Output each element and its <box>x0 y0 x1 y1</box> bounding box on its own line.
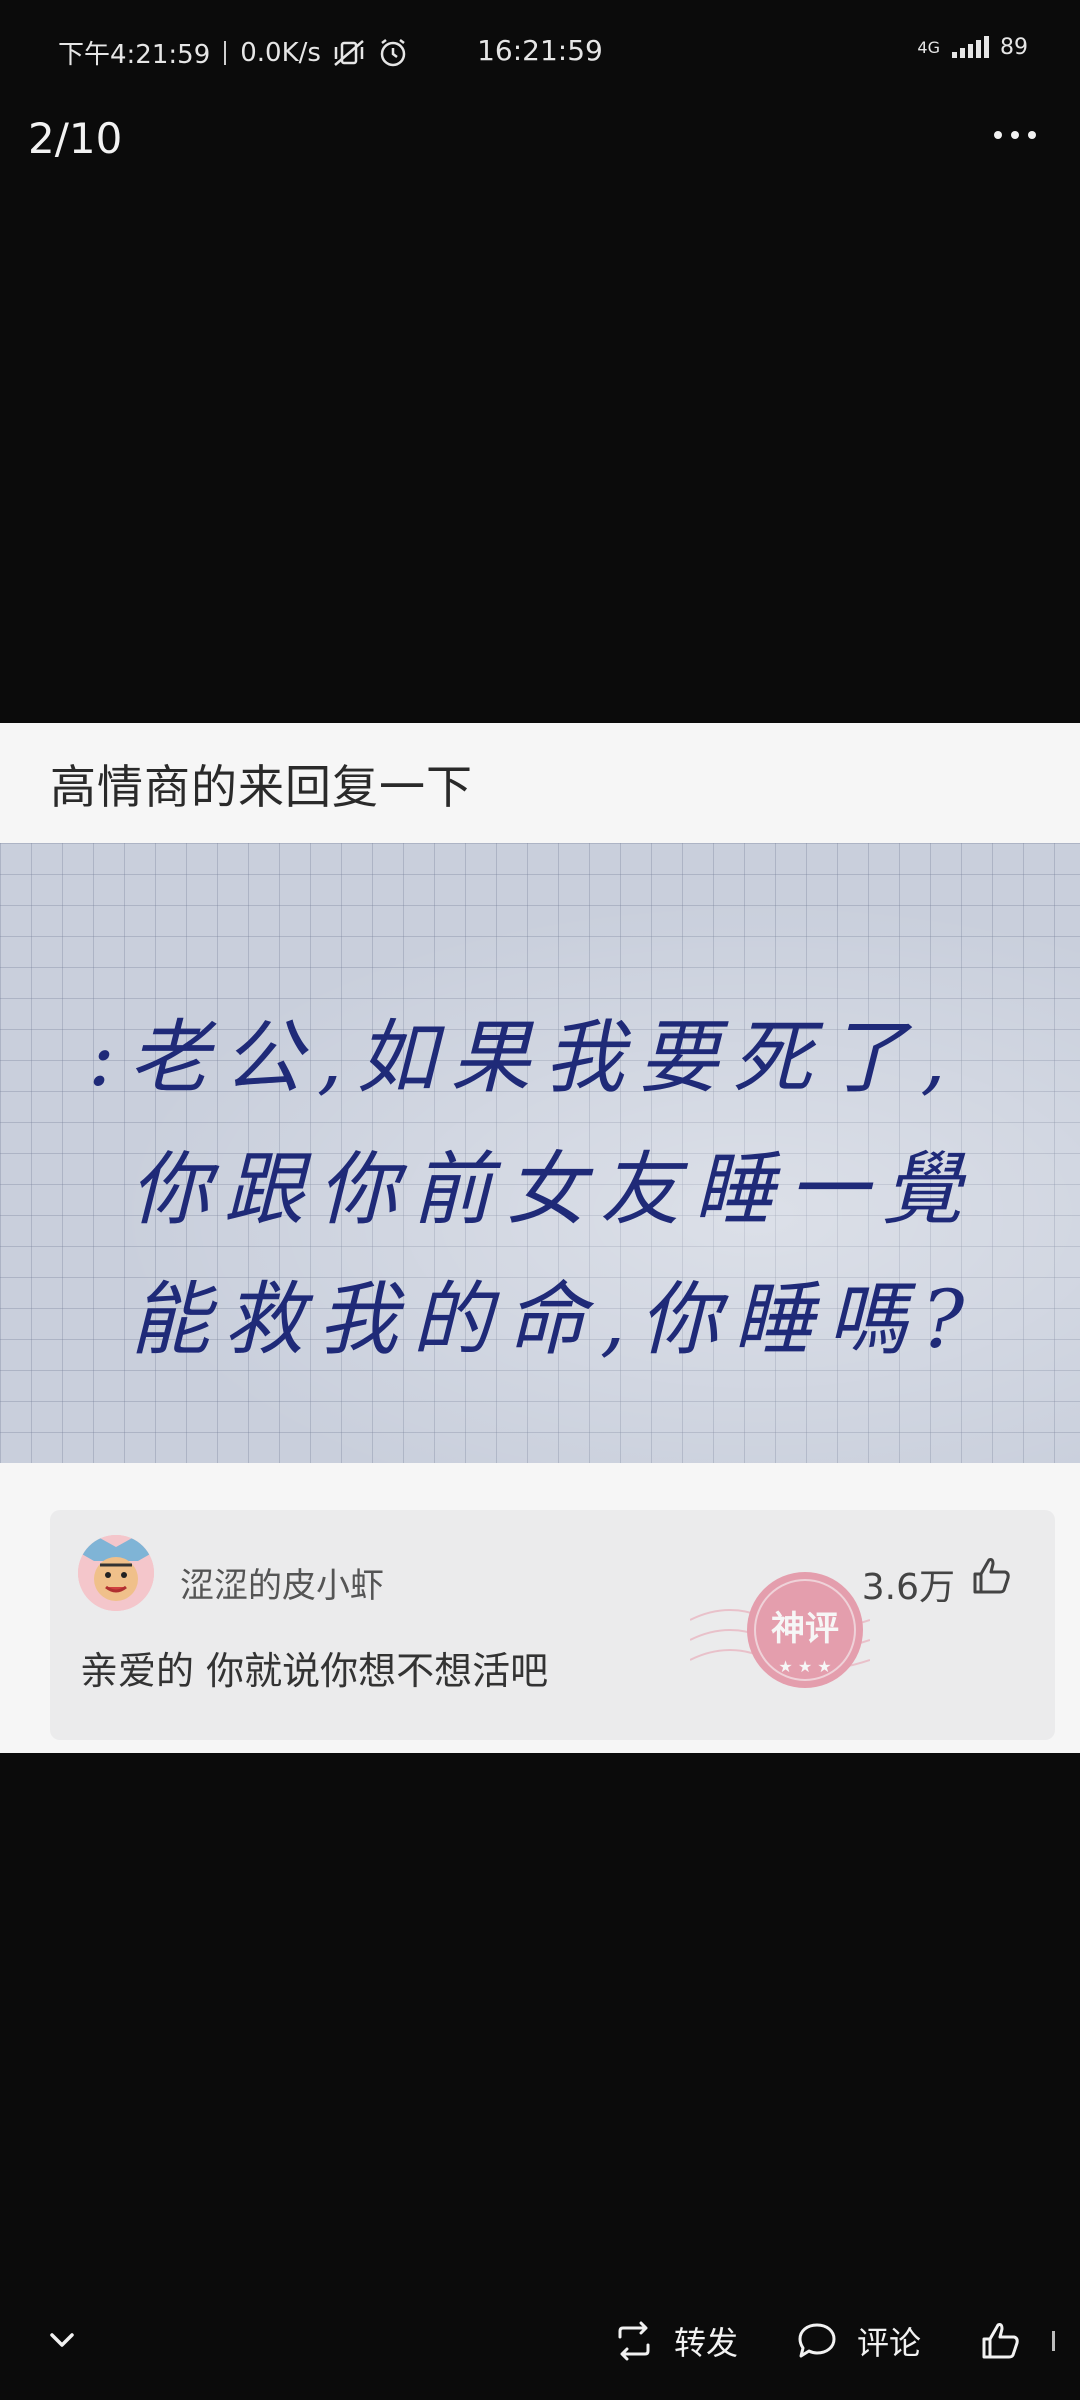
status-bar: 下午4:21:59 0.0K/s 16:21:59 4G 89 <box>0 0 1080 100</box>
comment-text: 亲爱的 你就说你想不想活吧 <box>80 1649 549 1693</box>
more-dot-icon <box>994 131 1002 139</box>
comment-like-count: 3.6万 <box>861 1567 955 1608</box>
viewer-top-bar: 2/10 <box>0 100 1080 180</box>
thumbs-up-icon <box>982 2323 1019 2359</box>
repost-icon <box>618 2321 650 2361</box>
top-comment: 神评 ★ ★ ★ 涩涩的皮小虾 3.6万 亲爱的 你就说你想不想活吧 <box>50 1510 1055 1740</box>
page-counter: 2/10 <box>28 114 123 163</box>
god-comment-stamp-icon: 神评 ★ ★ ★ <box>690 1572 870 1688</box>
avatar[interactable] <box>78 1535 154 1611</box>
handwriting-photo: :老公,如果我要死了, 你跟你前女友睡一覺 能救我的命,你睡嗎? <box>0 843 1080 1463</box>
chevron-down-icon[interactable] <box>42 2320 82 2360</box>
signal-icon <box>952 36 989 58</box>
handwriting-line-2: 你跟你前女友睡一覺 <box>130 1143 976 1236</box>
comment-username[interactable]: 涩涩的皮小虾 <box>180 1558 384 1607</box>
comment-label: 评论 <box>857 2324 922 2362</box>
battery-level: 89 <box>1000 34 1028 60</box>
thumbs-up-icon[interactable] <box>969 1554 1013 1598</box>
bottom-action-bar: 转发 评论 <box>0 2300 1080 2390</box>
more-dot-icon <box>1011 131 1019 139</box>
avatar-face-icon <box>78 1535 154 1611</box>
like-divider <box>1052 2331 1055 2351</box>
post-image[interactable]: 高情商的来回复一下 :老公,如果我要死了, 你跟你前女友睡一覺 能救我的命,你睡… <box>0 723 1080 1753</box>
post-title: 高情商的来回复一下 <box>50 760 473 814</box>
handwriting-line-3: 能救我的命,你睡嗎? <box>130 1273 979 1366</box>
comment-bubble-icon <box>798 2323 836 2358</box>
forward-label: 转发 <box>674 2324 739 2362</box>
more-dot-icon <box>1028 131 1036 139</box>
like-button[interactable] <box>978 2316 1055 2366</box>
handwriting-line-1: :老公,如果我要死了, <box>88 1011 960 1104</box>
stamp-label: 神评 <box>771 1609 839 1649</box>
forward-button[interactable]: 转发 <box>612 2316 738 2366</box>
comment-button[interactable]: 评论 <box>795 2316 921 2366</box>
svg-text:★ ★ ★: ★ ★ ★ <box>778 1657 831 1676</box>
status-right: 4G 89 <box>917 34 1028 60</box>
network-type: 4G <box>917 37 940 57</box>
more-options-button[interactable] <box>980 110 1050 160</box>
